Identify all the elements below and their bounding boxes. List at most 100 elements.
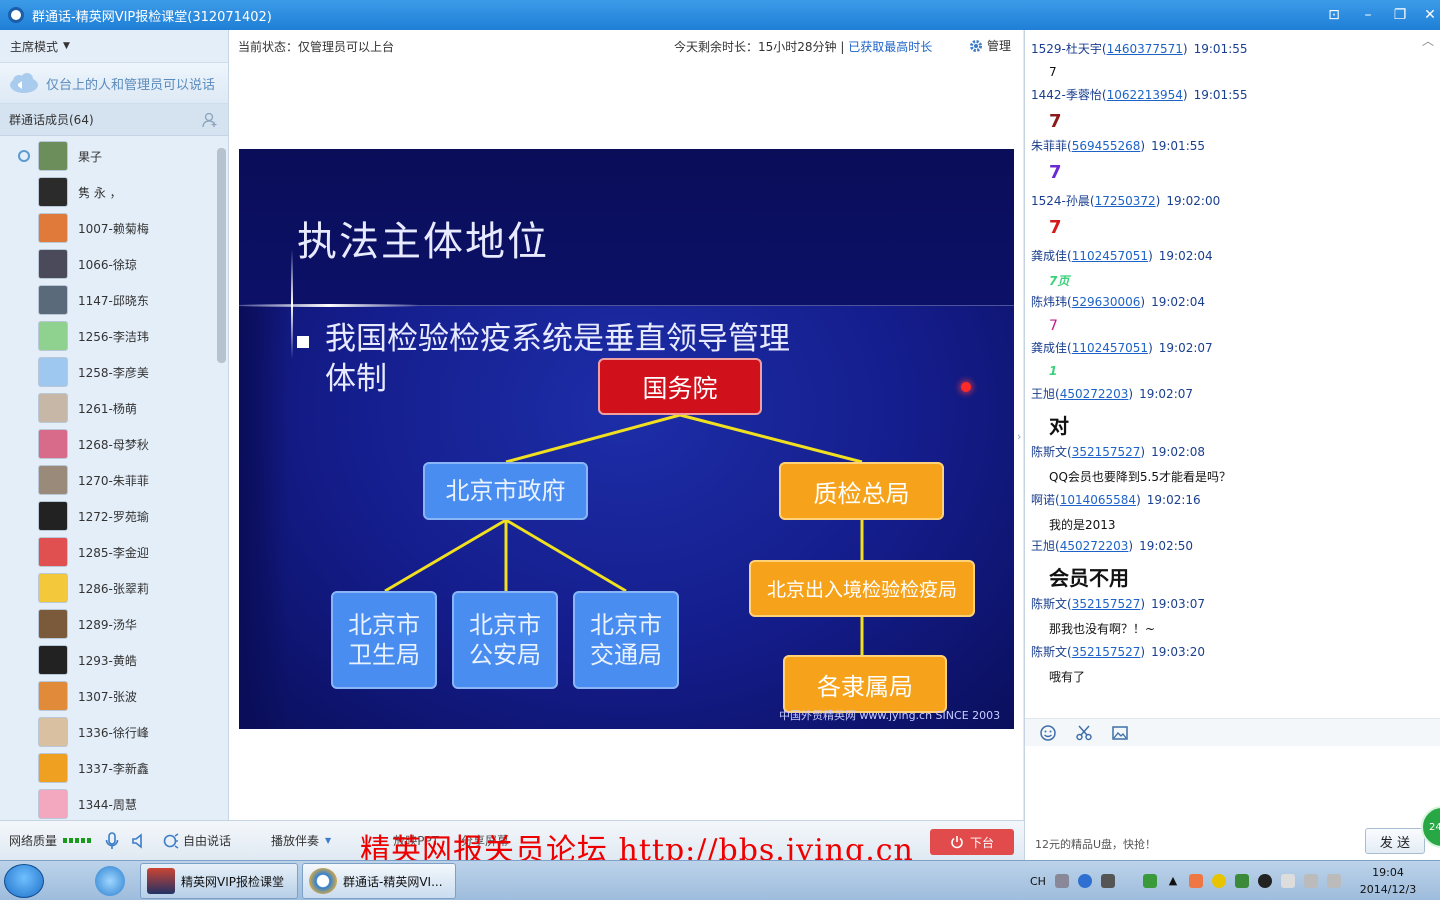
- avatar[interactable]: [38, 357, 68, 387]
- member-item[interactable]: 1293-黄皓: [0, 642, 216, 678]
- tray-shield-icon[interactable]: [1211, 874, 1226, 888]
- sender-name[interactable]: 陈斯文: [1031, 445, 1067, 459]
- taskbar-app-groupcall[interactable]: 群通话-精英网VI...: [302, 863, 456, 899]
- send-button[interactable]: 发 送: [1365, 828, 1425, 854]
- avatar[interactable]: [38, 465, 68, 495]
- sender-qq-link[interactable]: 17250372: [1095, 194, 1156, 208]
- sender-name[interactable]: 陈斯文: [1031, 597, 1067, 611]
- avatar[interactable]: [38, 681, 68, 711]
- sender-qq-link[interactable]: 450272203: [1060, 539, 1129, 553]
- security-icon[interactable]: [1234, 874, 1249, 888]
- collapse-window-icon[interactable]: ⊡: [1318, 0, 1350, 30]
- avatar[interactable]: [38, 285, 68, 315]
- collapse-chat-icon[interactable]: ︿: [1422, 32, 1434, 49]
- maximize-button[interactable]: ❐: [1384, 0, 1416, 30]
- leave-stage-button[interactable]: 下台: [930, 829, 1014, 855]
- taskbar-app-classroom[interactable]: 精英网VIP报检课堂: [140, 863, 298, 899]
- sender-qq-link[interactable]: 1062213954: [1107, 88, 1183, 102]
- sender-name[interactable]: 王旭: [1031, 539, 1055, 553]
- sender-qq-link[interactable]: 569455268: [1072, 139, 1141, 153]
- avatar[interactable]: [38, 213, 68, 243]
- member-item[interactable]: 1344-周慧: [0, 786, 216, 820]
- free-talk-button[interactable]: 自由说话: [163, 832, 231, 849]
- network-icon[interactable]: [1303, 874, 1318, 888]
- avatar[interactable]: [38, 177, 68, 207]
- avatar[interactable]: [38, 573, 68, 603]
- sender-qq-link[interactable]: 352157527: [1072, 645, 1141, 659]
- member-list-scrollbar[interactable]: [217, 148, 226, 363]
- ime-settings-icon[interactable]: [1100, 874, 1115, 888]
- member-item[interactable]: 1307-张波: [0, 678, 216, 714]
- taskbar-browser[interactable]: [88, 863, 132, 899]
- member-item[interactable]: 1007-赖菊梅: [0, 210, 216, 246]
- sender-qq-link[interactable]: 1102457051: [1072, 249, 1148, 263]
- close-button[interactable]: ✕: [1414, 0, 1440, 30]
- microphone-icon[interactable]: [105, 831, 119, 850]
- music-button[interactable]: 播放伴奏 ▼: [271, 832, 331, 849]
- sender-name[interactable]: 陈炜玮: [1031, 295, 1067, 309]
- avatar[interactable]: [38, 429, 68, 459]
- avatar[interactable]: [38, 609, 68, 639]
- add-member-icon[interactable]: [202, 112, 218, 128]
- ad-text[interactable]: 12元的精品U盘，快抢！: [1035, 836, 1156, 852]
- member-item[interactable]: 隽 永 ，: [0, 174, 216, 210]
- emoji-icon[interactable]: [1039, 724, 1057, 742]
- avatar[interactable]: [38, 321, 68, 351]
- sender-name[interactable]: 陈斯文: [1031, 645, 1067, 659]
- member-item[interactable]: 1336-徐行峰: [0, 714, 216, 750]
- keyboard-icon[interactable]: [1054, 874, 1069, 888]
- avatar[interactable]: [38, 501, 68, 531]
- avatar[interactable]: [38, 753, 68, 783]
- battery-icon[interactable]: [1142, 874, 1157, 888]
- minimize-button[interactable]: –: [1352, 0, 1384, 30]
- sender-name[interactable]: 朱菲菲: [1031, 139, 1067, 153]
- sender-name[interactable]: 龚成佳: [1031, 249, 1067, 263]
- member-item[interactable]: 1289-汤华: [0, 606, 216, 642]
- avatar[interactable]: [38, 141, 68, 171]
- member-item[interactable]: 1337-李新鑫: [0, 750, 216, 786]
- member-item[interactable]: 1270-朱菲菲: [0, 462, 216, 498]
- clock[interactable]: 19:04 2014/12/3: [1356, 864, 1420, 898]
- avatar[interactable]: [38, 645, 68, 675]
- member-item[interactable]: 1258-李彦美: [0, 354, 216, 390]
- member-item[interactable]: 1147-邱晓东: [0, 282, 216, 318]
- volume-icon[interactable]: [1326, 874, 1341, 888]
- mode-selector[interactable]: 主席模式 ▼: [0, 30, 228, 62]
- sender-qq-link[interactable]: 1460377571: [1107, 42, 1183, 56]
- flag-icon[interactable]: [1280, 874, 1295, 888]
- tray-app-icon[interactable]: [1188, 874, 1203, 888]
- sender-name[interactable]: 1524-孙晨: [1031, 194, 1090, 208]
- member-list[interactable]: 果子隽 永 ， 1007-赖菊梅 1066-徐琼 1147-邱晓东 1256-李洁玮 12…: [0, 138, 216, 820]
- qq-tray-icon[interactable]: [1257, 874, 1272, 888]
- avatar[interactable]: [38, 717, 68, 747]
- help-icon[interactable]: [1077, 874, 1092, 888]
- sender-qq-link[interactable]: 1014065584: [1060, 493, 1136, 507]
- sender-qq-link[interactable]: 352157527: [1072, 445, 1141, 459]
- sender-name[interactable]: 1442-季蓉怡: [1031, 88, 1102, 102]
- member-item[interactable]: 1285-李金迎: [0, 534, 216, 570]
- member-item[interactable]: 1261-杨萌: [0, 390, 216, 426]
- avatar[interactable]: [38, 789, 68, 819]
- member-item[interactable]: 1268-母梦秋: [0, 426, 216, 462]
- sender-qq-link[interactable]: 1102457051: [1072, 341, 1148, 355]
- member-item[interactable]: 1272-罗苑瑜: [0, 498, 216, 534]
- start-button[interactable]: [4, 864, 44, 898]
- member-item[interactable]: 果子: [0, 138, 216, 174]
- collapse-right-icon[interactable]: ›: [1017, 430, 1021, 443]
- music-dropdown-icon[interactable]: ▼: [325, 836, 331, 845]
- max-time-link[interactable]: 已获取最高时长: [848, 40, 932, 54]
- member-item[interactable]: 1286-张翠莉: [0, 570, 216, 606]
- avatar[interactable]: [38, 537, 68, 567]
- avatar[interactable]: [38, 249, 68, 279]
- scissors-icon[interactable]: [1075, 724, 1093, 742]
- language-indicator[interactable]: CH: [1030, 875, 1046, 888]
- sender-qq-link[interactable]: 450272203: [1060, 387, 1129, 401]
- avatar[interactable]: [38, 393, 68, 423]
- show-hidden-icons[interactable]: ▲: [1166, 874, 1180, 888]
- member-item[interactable]: 1066-徐琼: [0, 246, 216, 282]
- speaker-icon[interactable]: [131, 832, 145, 849]
- sender-name[interactable]: 王旭: [1031, 387, 1055, 401]
- manage-button[interactable]: 管理: [969, 37, 1011, 54]
- sender-name[interactable]: 龚成佳: [1031, 341, 1067, 355]
- image-icon[interactable]: [1111, 724, 1129, 742]
